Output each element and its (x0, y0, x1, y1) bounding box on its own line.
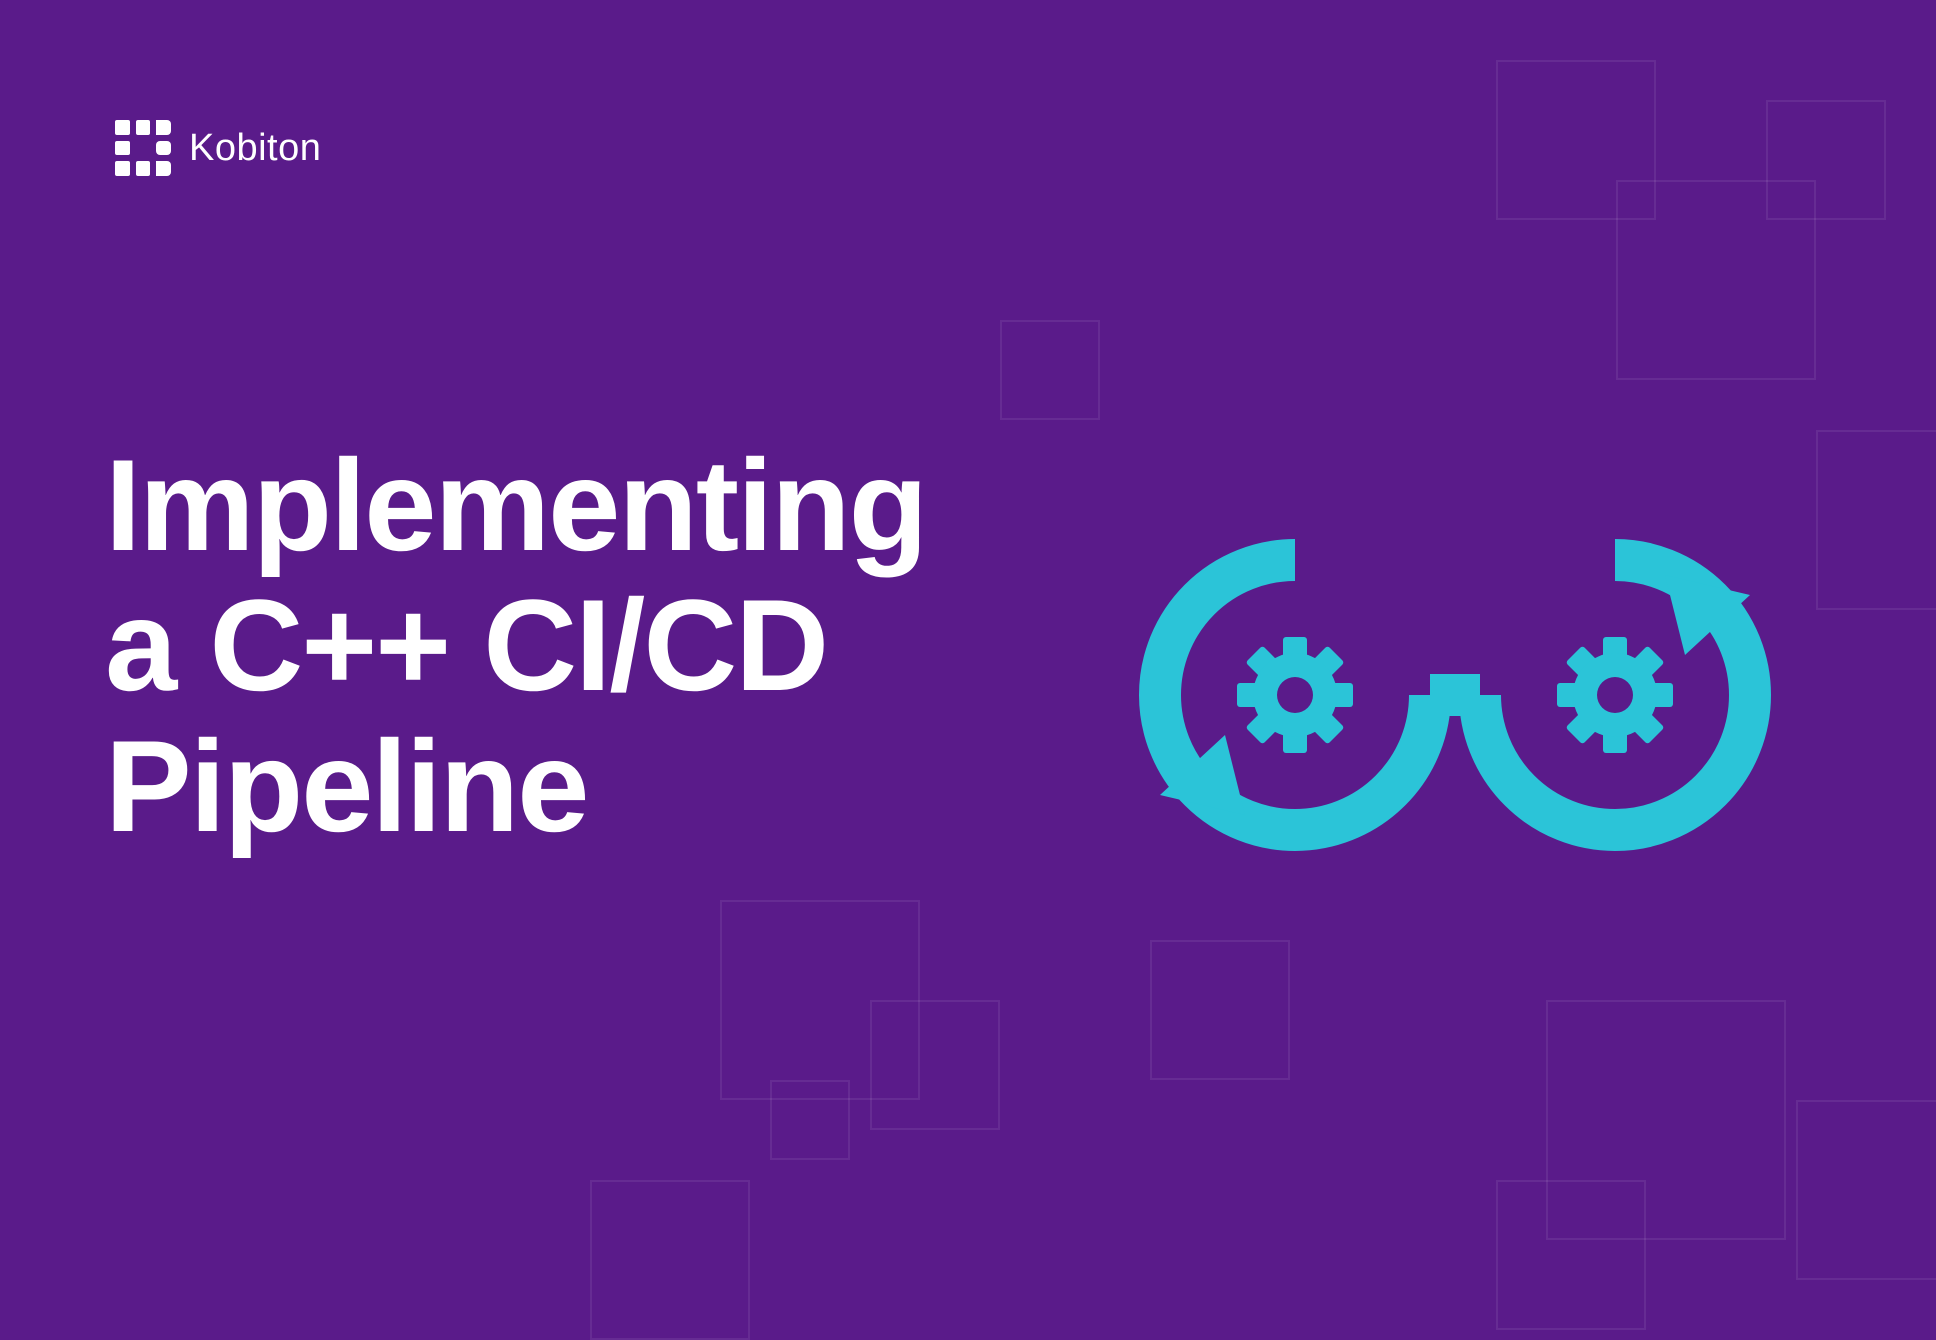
kobiton-icon (115, 120, 171, 176)
cicd-icon (1130, 505, 1780, 885)
brand-logo: Kobiton (115, 120, 321, 176)
headline-line-3: Pipeline (105, 716, 926, 856)
page-title: Implementing a C++ CI/CD Pipeline (105, 435, 926, 856)
headline-line-2: a C++ CI/CD (105, 575, 926, 715)
brand-name: Kobiton (189, 127, 321, 170)
headline-line-1: Implementing (105, 435, 926, 575)
